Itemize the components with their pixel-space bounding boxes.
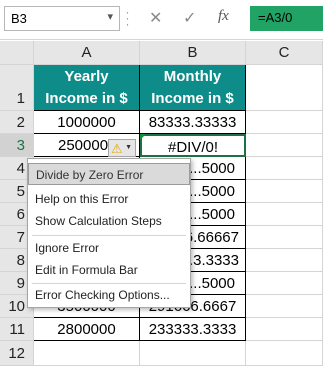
cell-c9[interactable]	[246, 272, 323, 295]
insert-function-button[interactable]: fx	[218, 8, 229, 25]
column-header-c[interactable]: C	[246, 41, 323, 65]
dropdown-arrow-icon: ▼	[125, 144, 132, 151]
cell-c4[interactable]	[246, 157, 323, 180]
row-header-12[interactable]: 12	[0, 341, 34, 366]
error-checking-menu: Divide by Zero Error Help on this Error …	[27, 158, 191, 308]
cell-a12[interactable]	[34, 341, 140, 366]
cell-c6[interactable]	[246, 203, 323, 226]
column-header-b[interactable]: B	[140, 41, 246, 65]
cell-c11[interactable]	[246, 318, 323, 341]
formula-text: =A3/0	[258, 10, 293, 25]
cell-c3[interactable]	[246, 134, 323, 157]
cell-a11[interactable]: 2800000	[34, 318, 140, 341]
cell-c5[interactable]	[246, 180, 323, 203]
cell-b12[interactable]	[140, 341, 246, 366]
formula-bar: B3 ▾ · · · ✕ ✓ fx =A3/0	[0, 0, 323, 40]
error-checking-button[interactable]: ⚠ ▼	[108, 139, 136, 157]
cancel-icon[interactable]: ✕	[149, 8, 162, 28]
row-header-11[interactable]: 11	[0, 318, 34, 341]
cell-a2[interactable]: 1000000	[34, 111, 140, 134]
cell-c12[interactable]	[246, 341, 323, 366]
cell-c1[interactable]	[246, 65, 323, 111]
chevron-down-icon[interactable]: ▾	[107, 10, 113, 23]
menu-item-ignore-error[interactable]: Ignore Error	[28, 237, 190, 259]
cell-c2[interactable]	[246, 111, 323, 134]
menu-item-error-checking-options[interactable]: Error Checking Options...	[28, 284, 190, 306]
column-header-a[interactable]: A	[34, 41, 140, 65]
header-yearly-income[interactable]: Yearly Income in $	[34, 65, 140, 111]
header-monthly-line2: Income in $	[151, 90, 234, 107]
cell-c8[interactable]	[246, 249, 323, 272]
warning-icon: ⚠	[111, 141, 123, 156]
header-yearly-line1: Yearly	[64, 68, 109, 85]
name-box-value: B3	[11, 11, 27, 26]
row-header-1[interactable]: 1	[0, 65, 34, 111]
name-box[interactable]: B3 ▾	[4, 6, 120, 31]
cell-c10[interactable]	[246, 295, 323, 318]
cell-c7[interactable]	[246, 226, 323, 249]
menu-item-edit-in-formula-bar[interactable]: Edit in Formula Bar	[28, 259, 190, 281]
select-all-corner[interactable]	[0, 41, 34, 65]
menu-title-divide-by-zero: Divide by Zero Error	[28, 163, 190, 185]
cell-b2[interactable]: 83333.33333	[140, 111, 246, 134]
error-indicator-triangle	[140, 134, 146, 140]
row-header-3[interactable]: 3	[0, 134, 34, 157]
enter-icon[interactable]: ✓	[183, 8, 196, 28]
header-yearly-line2: Income in $	[45, 90, 128, 107]
header-monthly-income[interactable]: Monthly Income in $	[140, 65, 246, 111]
formula-input[interactable]: =A3/0	[250, 6, 323, 31]
menu-separator	[32, 235, 186, 236]
cell-b3-selected[interactable]: #DIV/0!	[140, 134, 246, 157]
row-header-2[interactable]: 2	[0, 111, 34, 134]
header-monthly-line1: Monthly	[163, 68, 222, 85]
vertical-dots-icon: · · ·	[125, 5, 130, 31]
cell-b11[interactable]: 233333.3333	[140, 318, 246, 341]
menu-item-show-calculation-steps[interactable]: Show Calculation Steps	[28, 210, 190, 232]
menu-item-help[interactable]: Help on this Error	[28, 188, 190, 210]
